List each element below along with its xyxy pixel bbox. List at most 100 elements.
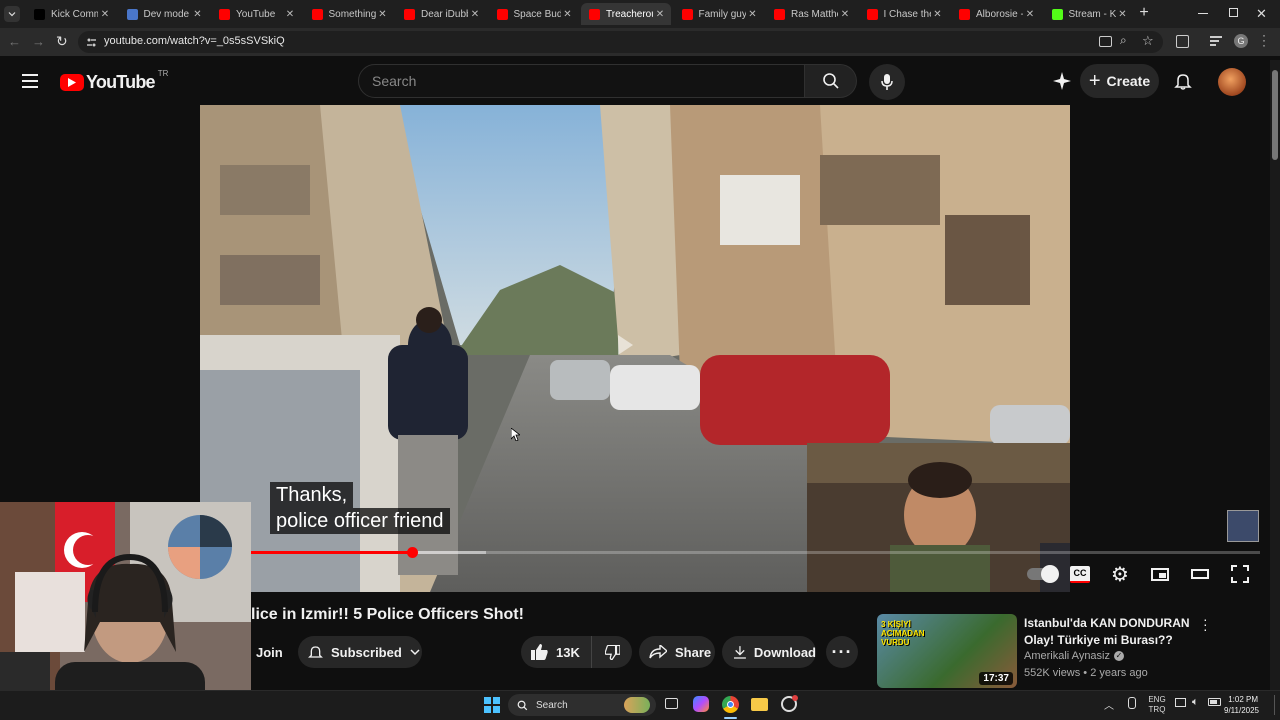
cast-icon[interactable] [1099, 36, 1112, 47]
channel-watermark[interactable] [1227, 510, 1259, 542]
youtube-logo[interactable]: YouTube TR [60, 69, 168, 92]
create-label: Create [1106, 73, 1151, 89]
tab-close-icon[interactable]: ✕ [561, 9, 575, 20]
browser-tab[interactable]: I Chase the ✕ [859, 3, 949, 25]
tab-close-icon[interactable]: ✕ [653, 9, 667, 20]
notifications-bell-icon[interactable] [1174, 72, 1192, 90]
tab-title: Space Buddi [513, 8, 561, 20]
language-indicator[interactable]: ENG TRQ [1146, 695, 1168, 715]
user-avatar[interactable] [1218, 68, 1246, 96]
search-button[interactable] [805, 64, 857, 98]
join-button[interactable]: Join [244, 636, 296, 668]
tab-close-icon[interactable]: ✕ [191, 9, 205, 20]
close-window-icon[interactable]: ✕ [1256, 6, 1267, 22]
taskbar-search-box[interactable]: Search [508, 694, 656, 716]
tab-close-icon[interactable]: ✕ [283, 9, 297, 20]
thumbs-up-icon [531, 644, 548, 660]
settings-gear-icon[interactable]: ⚙ [1107, 563, 1133, 586]
browser-tab[interactable]: Kick Commu✕ [26, 3, 116, 25]
create-button[interactable]: + Create [1080, 64, 1159, 98]
volume-icon[interactable]: 🔈︎ [1192, 696, 1199, 709]
subtitles-cc-button[interactable]: CC [1067, 563, 1093, 585]
forward-icon[interactable]: → [32, 34, 45, 49]
like-button[interactable]: 13K [521, 636, 591, 668]
tab-close-icon[interactable]: ✕ [746, 9, 760, 20]
app-taskbar-icon[interactable] [781, 695, 798, 712]
gemini-sparkle-icon[interactable] [1053, 72, 1071, 90]
browser-tab[interactable]: Stream - Kic✕ [1044, 3, 1134, 25]
tab-close-icon[interactable]: ✕ [838, 9, 852, 20]
caption-line-2: police officer friend [270, 508, 450, 534]
tab-favicon-icon [959, 8, 970, 20]
browser-tab[interactable]: Family guy -✕ [674, 3, 764, 25]
profile-avatar[interactable]: G [1234, 34, 1248, 48]
tab-close-icon[interactable]: ✕ [931, 9, 945, 20]
back-icon[interactable]: ← [8, 34, 21, 49]
tab-title: Dev mode | [143, 8, 191, 20]
progress-bar[interactable] [200, 547, 1260, 558]
menu-kebab-icon[interactable]: · · · [1262, 29, 1266, 51]
search-input[interactable] [359, 65, 792, 97]
tab-close-icon[interactable]: ✕ [1023, 9, 1037, 20]
tab-close-icon[interactable]: ✕ [98, 9, 112, 20]
chrome-taskbar-icon[interactable] [722, 696, 739, 713]
subscribed-button[interactable]: Subscribed [298, 636, 422, 668]
autoplay-toggle[interactable] [1024, 563, 1060, 585]
tab-title: Stream - Kic [1068, 8, 1116, 20]
browser-tab[interactable]: YouTube ✕ [211, 3, 301, 25]
tab-close-icon[interactable]: ✕ [376, 9, 390, 20]
show-desktop-button[interactable] [1274, 695, 1275, 715]
clock[interactable]: 1:02 PM 9/11/2025 [1224, 694, 1259, 716]
page-scrollbar[interactable] [1270, 60, 1280, 690]
bookmark-star-icon[interactable]: ☆ [1142, 33, 1154, 49]
fullscreen-icon[interactable] [1227, 563, 1253, 585]
tray-overflow-chevron-icon[interactable]: ︿ [1104, 697, 1114, 712]
tab-close-icon[interactable]: ✕ [468, 9, 482, 20]
browser-tab[interactable]: Treacherous✕ [581, 3, 671, 25]
recommendation-channel[interactable]: Amerikali Aynasiz ✓ [1024, 650, 1124, 662]
microphone-tray-icon[interactable] [1128, 697, 1136, 709]
hamburger-menu-icon[interactable] [22, 74, 38, 88]
download-button[interactable]: Download [722, 636, 816, 668]
file-explorer-icon[interactable] [751, 698, 768, 711]
recommendation-thumbnail[interactable]: 3 KİŞİYİ ACIMADAN VURDU 17:37 [877, 614, 1017, 688]
thumbs-down-icon [604, 644, 620, 660]
task-view-icon[interactable] [665, 698, 678, 709]
recommendation-title[interactable]: Istanbul'da KAN DONDURAN Olay! Türkiye m… [1024, 615, 1194, 649]
battery-icon[interactable] [1208, 698, 1221, 706]
browser-tab[interactable]: Dev mode | ✕ [119, 3, 209, 25]
theater-mode-icon[interactable] [1187, 563, 1213, 585]
share-button[interactable]: Share [639, 636, 715, 668]
zoom-icon[interactable]: ⌕ [1120, 33, 1127, 48]
dislike-button[interactable] [591, 636, 632, 668]
reading-list-icon[interactable] [1210, 36, 1222, 46]
restore-icon[interactable] [1229, 8, 1238, 17]
scrollbar-thumb[interactable] [1272, 70, 1278, 160]
copilot-icon[interactable] [693, 696, 709, 712]
extensions-icon[interactable] [1176, 35, 1189, 48]
tab-title: I Chase the [883, 8, 931, 20]
miniplayer-icon[interactable] [1147, 563, 1173, 585]
address-bar[interactable]: youtube.com/watch?v=_0s5sSVSkiQ ⌕ ☆ [78, 31, 1163, 53]
browser-tab[interactable]: Dear iDubbl✕ [396, 3, 486, 25]
progress-scrubber[interactable] [407, 547, 418, 558]
windows-start-icon[interactable] [484, 697, 500, 713]
download-icon [734, 645, 746, 659]
browser-tab[interactable]: Alborosie - ✕ [951, 3, 1041, 25]
site-info-icon[interactable] [86, 37, 97, 48]
search-box[interactable] [358, 64, 805, 98]
reload-icon[interactable]: ↻ [56, 33, 68, 50]
network-icon[interactable] [1175, 698, 1186, 707]
voice-search-button[interactable] [869, 64, 905, 100]
new-tab-plus-icon[interactable]: + [1136, 5, 1152, 21]
more-actions-button[interactable]: ··· [826, 636, 858, 668]
tab-title: Treacherous [606, 8, 653, 20]
browser-tab[interactable]: Ras Matthew✕ [766, 3, 856, 25]
minimize-icon[interactable] [1198, 8, 1208, 18]
tab-favicon-icon [681, 8, 693, 20]
recommendation-menu-icon[interactable]: · · · [1203, 612, 1208, 636]
browser-tab[interactable]: Space Buddi✕ [489, 3, 579, 25]
tab-search-chevron-icon[interactable] [4, 6, 20, 22]
browser-tab[interactable]: Something i✕ [304, 3, 394, 25]
tab-close-icon[interactable]: ✕ [1116, 9, 1130, 20]
